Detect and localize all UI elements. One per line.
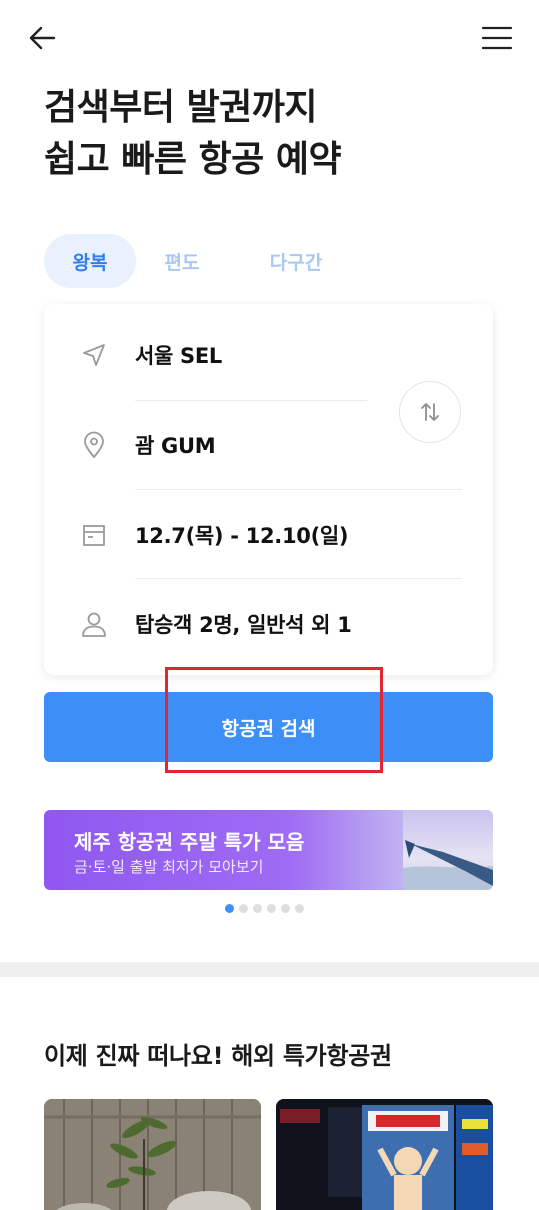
hamburger-menu-icon bbox=[481, 26, 513, 50]
headline-line-1: 검색부터 발권까지 bbox=[44, 87, 318, 128]
carousel-dot[interactable] bbox=[239, 904, 248, 913]
origin-field[interactable]: 서울 SEL bbox=[44, 310, 374, 400]
destination-field[interactable]: 괌 GUM bbox=[44, 400, 374, 490]
flight-search-button-label: 항공권 검색 bbox=[221, 717, 316, 740]
flight-search-card: 서울 SEL 괌 GUM 12.7(목) - 12.10(일) 탑승객 2명, … bbox=[44, 304, 493, 675]
swap-button[interactable] bbox=[399, 381, 461, 443]
arrow-left-icon bbox=[29, 26, 56, 50]
carousel-dot[interactable] bbox=[267, 904, 276, 913]
calendar-icon bbox=[80, 521, 108, 549]
garden-fence-photo bbox=[44, 1099, 261, 1210]
deal-card-image[interactable] bbox=[276, 1099, 493, 1210]
deal-card-image[interactable] bbox=[44, 1099, 261, 1210]
city-night-signs-photo bbox=[276, 1099, 493, 1210]
tab-one-way[interactable]: 편도 bbox=[136, 234, 228, 288]
back-button[interactable] bbox=[22, 20, 62, 56]
date-field[interactable]: 12.7(목) - 12.10(일) bbox=[44, 490, 493, 580]
trip-type-tabs: 왕복 편도 다구간 bbox=[44, 234, 364, 288]
section-separator bbox=[0, 962, 539, 977]
passenger-value: 탑승객 2명, 일반석 외 1 bbox=[135, 613, 352, 637]
tab-multi-city[interactable]: 다구간 bbox=[228, 234, 364, 288]
headline-line-2: 쉽고 빠른 항공 예약 bbox=[44, 139, 342, 180]
passenger-field[interactable]: 탑승객 2명, 일반석 외 1 bbox=[44, 579, 493, 669]
carousel-dot[interactable] bbox=[281, 904, 290, 913]
person-icon bbox=[80, 610, 108, 638]
carousel-dot[interactable] bbox=[225, 904, 234, 913]
promo-banner[interactable]: 제주 항공권 주말 특가 모음 금·토·일 출발 최저가 모아보기 bbox=[44, 810, 493, 890]
page-headline: 검색부터 발권까지 쉽고 빠른 항공 예약 bbox=[44, 82, 504, 186]
swap-arrows-icon bbox=[421, 403, 439, 421]
flight-search-button[interactable]: 항공권 검색 bbox=[44, 692, 493, 762]
date-value: 12.7(목) - 12.10(일) bbox=[135, 524, 349, 548]
tab-round-trip[interactable]: 왕복 bbox=[44, 234, 136, 288]
deals-section-title: 이제 진짜 떠나요! 해외 특가항공권 bbox=[44, 1042, 392, 1070]
top-bar bbox=[0, 0, 539, 76]
carousel-dot[interactable] bbox=[253, 904, 262, 913]
banner-title: 제주 항공권 주말 특가 모음 bbox=[74, 830, 305, 854]
location-pin-icon bbox=[80, 431, 108, 459]
carousel-dot[interactable] bbox=[295, 904, 304, 913]
navigation-arrow-icon bbox=[80, 341, 108, 369]
destination-value: 괌 GUM bbox=[135, 434, 216, 458]
origin-value: 서울 SEL bbox=[135, 344, 223, 368]
menu-button[interactable] bbox=[477, 20, 517, 56]
banner-subtitle: 금·토·일 출발 최저가 모아보기 bbox=[74, 858, 264, 876]
airplane-wing-illustration bbox=[403, 810, 493, 890]
carousel-indicator bbox=[225, 904, 304, 913]
